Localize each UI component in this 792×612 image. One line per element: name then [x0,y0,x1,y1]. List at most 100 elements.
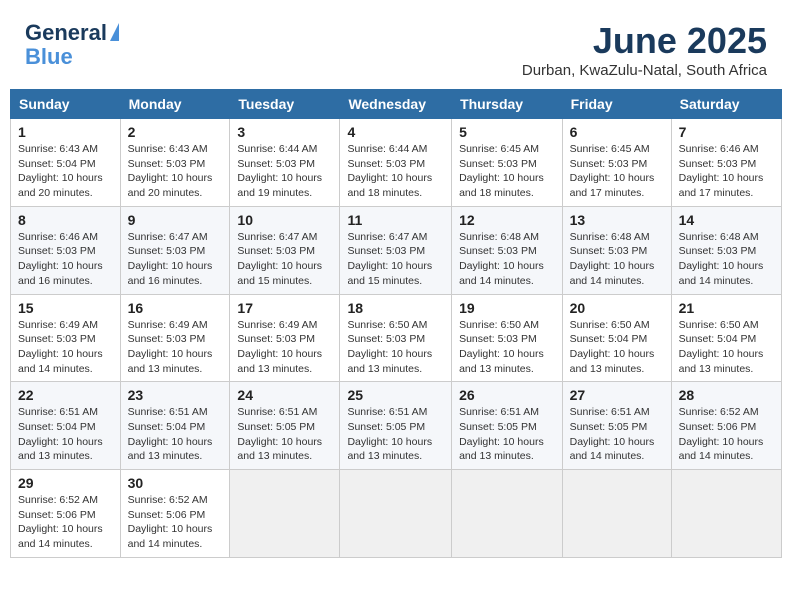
day-number: 28 [679,387,774,403]
calendar-cell [562,470,671,558]
calendar-cell: 8 Sunrise: 6:46 AM Sunset: 5:03 PM Daylig… [11,206,121,294]
day-number: 4 [347,124,444,140]
title-area: June 2025 Durban, KwaZulu-Natal, South A… [522,20,767,79]
day-number: 6 [570,124,664,140]
calendar-cell: 29Sunrise: 6:52 AM Sunset: 5:06 PM Dayli… [11,470,121,558]
day-number: 24 [237,387,332,403]
day-number: 7 [679,124,774,140]
calendar-cell: 23 Sunrise: 6:51 AM Sunset: 5:04 PM Dayli… [120,382,230,470]
day-info: Sunrise: 6:51 AM Sunset: 5:04 PM Dayligh… [128,405,223,464]
header-row: SundayMondayTuesdayWednesdayThursdayFrid… [11,90,782,119]
header-wednesday: Wednesday [340,90,452,119]
day-number: 16 [128,300,223,316]
day-number: 14 [679,212,774,228]
calendar-body: 1 Sunrise: 6:43 AM Sunset: 5:04 PM Daylig… [11,119,782,558]
calendar-cell: 7Sunrise: 6:46 AM Sunset: 5:03 PM Daylig… [671,119,781,207]
day-info: Sunrise: 6:52 AM Sunset: 5:06 PM Dayligh… [128,493,223,552]
day-number: 9 [128,212,223,228]
day-info: Sunrise: 6:48 AM Sunset: 5:03 PM Dayligh… [570,230,664,289]
calendar-cell: 21Sunrise: 6:50 AM Sunset: 5:04 PM Dayli… [671,294,781,382]
header-sunday: Sunday [11,90,121,119]
day-info: Sunrise: 6:49 AM Sunset: 5:03 PM Dayligh… [128,318,223,377]
day-info: Sunrise: 6:44 AM Sunset: 5:03 PM Dayligh… [237,142,332,201]
week-row-5: 29 Sunrise: 6:52 AM Sunset: 5:06 PM Dayli… [11,470,782,558]
day-info: Sunrise: 6:47 AM Sunset: 5:03 PM Dayligh… [347,230,444,289]
calendar-cell: 5 Sunrise: 6:45 AM Sunset: 5:03 PM Daylig… [452,119,563,207]
calendar-cell: 27Sunrise: 6:51 AM Sunset: 5:05 PM Dayli… [562,382,671,470]
header-thursday: Thursday [452,90,563,119]
day-number: 13 [570,212,664,228]
header-friday: Friday [562,90,671,119]
day-number: 12 [459,212,555,228]
day-number: 2 [128,124,223,140]
day-info: Sunrise: 6:48 AM Sunset: 5:03 PM Dayligh… [459,230,555,289]
calendar-cell: 2 Sunrise: 6:43 AM Sunset: 5:03 PM Daylig… [120,119,230,207]
day-info: Sunrise: 6:43 AM Sunset: 5:03 PM Dayligh… [128,142,223,201]
calendar-cell: 19 Sunrise: 6:50 AM Sunset: 5:03 PM Dayli… [452,294,563,382]
week-row-2: 8 Sunrise: 6:46 AM Sunset: 5:03 PM Daylig… [11,206,782,294]
calendar-cell [230,470,340,558]
day-info: Sunrise: 6:47 AM Sunset: 5:03 PM Dayligh… [128,230,223,289]
day-number: 17 [237,300,332,316]
day-number: 5 [459,124,555,140]
day-info: Sunrise: 6:44 AM Sunset: 5:03 PM Dayligh… [347,142,444,201]
day-info: Sunrise: 6:51 AM Sunset: 5:05 PM Dayligh… [570,405,664,464]
calendar-cell: 18Sunrise: 6:50 AM Sunset: 5:03 PM Dayli… [340,294,452,382]
calendar-header: SundayMondayTuesdayWednesdayThursdayFrid… [11,90,782,119]
day-number: 15 [18,300,113,316]
week-row-4: 22 Sunrise: 6:51 AM Sunset: 5:04 PM Dayli… [11,382,782,470]
day-info: Sunrise: 6:49 AM Sunset: 5:03 PM Dayligh… [237,318,332,377]
day-number: 18 [347,300,444,316]
day-number: 19 [459,300,555,316]
calendar-cell: 16 Sunrise: 6:49 AM Sunset: 5:03 PM Dayli… [120,294,230,382]
calendar-cell: 17 Sunrise: 6:49 AM Sunset: 5:03 PM Dayli… [230,294,340,382]
logo-triangle-icon [110,23,119,41]
day-number: 23 [128,387,223,403]
calendar-cell: 22 Sunrise: 6:51 AM Sunset: 5:04 PM Dayli… [11,382,121,470]
logo-blue-text: Blue [25,44,73,69]
day-info: Sunrise: 6:51 AM Sunset: 5:04 PM Dayligh… [18,405,113,464]
logo: General Blue [25,20,119,70]
day-info: Sunrise: 6:46 AM Sunset: 5:03 PM Dayligh… [18,230,113,289]
day-info: Sunrise: 6:48 AM Sunset: 5:03 PM Dayligh… [679,230,774,289]
calendar-cell: 13 Sunrise: 6:48 AM Sunset: 5:03 PM Dayli… [562,206,671,294]
calendar-cell: 30 Sunrise: 6:52 AM Sunset: 5:06 PM Dayli… [120,470,230,558]
day-number: 8 [18,212,113,228]
day-number: 26 [459,387,555,403]
day-number: 29 [18,475,113,491]
day-number: 22 [18,387,113,403]
day-info: Sunrise: 6:51 AM Sunset: 5:05 PM Dayligh… [459,405,555,464]
day-number: 11 [347,212,444,228]
day-info: Sunrise: 6:51 AM Sunset: 5:05 PM Dayligh… [237,405,332,464]
calendar-cell [671,470,781,558]
day-info: Sunrise: 6:47 AM Sunset: 5:03 PM Dayligh… [237,230,332,289]
calendar-cell: 9 Sunrise: 6:47 AM Sunset: 5:03 PM Daylig… [120,206,230,294]
logo-blue: Blue [25,44,73,70]
week-row-3: 15 Sunrise: 6:49 AM Sunset: 5:03 PM Dayli… [11,294,782,382]
calendar-cell: 3Sunrise: 6:44 AM Sunset: 5:03 PM Daylig… [230,119,340,207]
day-info: Sunrise: 6:50 AM Sunset: 5:04 PM Dayligh… [570,318,664,377]
calendar-table: SundayMondayTuesdayWednesdayThursdayFrid… [10,89,782,558]
day-info: Sunrise: 6:45 AM Sunset: 5:03 PM Dayligh… [570,142,664,201]
header-saturday: Saturday [671,90,781,119]
logo-general: General [25,20,107,46]
day-number: 1 [18,124,113,140]
calendar-cell: 4 Sunrise: 6:44 AM Sunset: 5:03 PM Daylig… [340,119,452,207]
day-info: Sunrise: 6:45 AM Sunset: 5:03 PM Dayligh… [459,142,555,201]
main-title: June 2025 [522,20,767,62]
header-monday: Monday [120,90,230,119]
subtitle: Durban, KwaZulu-Natal, South Africa [522,62,767,79]
day-number: 20 [570,300,664,316]
day-number: 21 [679,300,774,316]
calendar-cell: 6 Sunrise: 6:45 AM Sunset: 5:03 PM Daylig… [562,119,671,207]
week-row-1: 1 Sunrise: 6:43 AM Sunset: 5:04 PM Daylig… [11,119,782,207]
calendar-cell: 1 Sunrise: 6:43 AM Sunset: 5:04 PM Daylig… [11,119,121,207]
day-info: Sunrise: 6:43 AM Sunset: 5:04 PM Dayligh… [18,142,113,201]
day-number: 30 [128,475,223,491]
day-info: Sunrise: 6:51 AM Sunset: 5:05 PM Dayligh… [347,405,444,464]
calendar-cell: 20 Sunrise: 6:50 AM Sunset: 5:04 PM Dayli… [562,294,671,382]
calendar-cell: 10Sunrise: 6:47 AM Sunset: 5:03 PM Dayli… [230,206,340,294]
day-info: Sunrise: 6:50 AM Sunset: 5:03 PM Dayligh… [459,318,555,377]
page-header: General Blue June 2025 Durban, KwaZulu-N… [10,10,782,84]
calendar-cell: 15Sunrise: 6:49 AM Sunset: 5:03 PM Dayli… [11,294,121,382]
